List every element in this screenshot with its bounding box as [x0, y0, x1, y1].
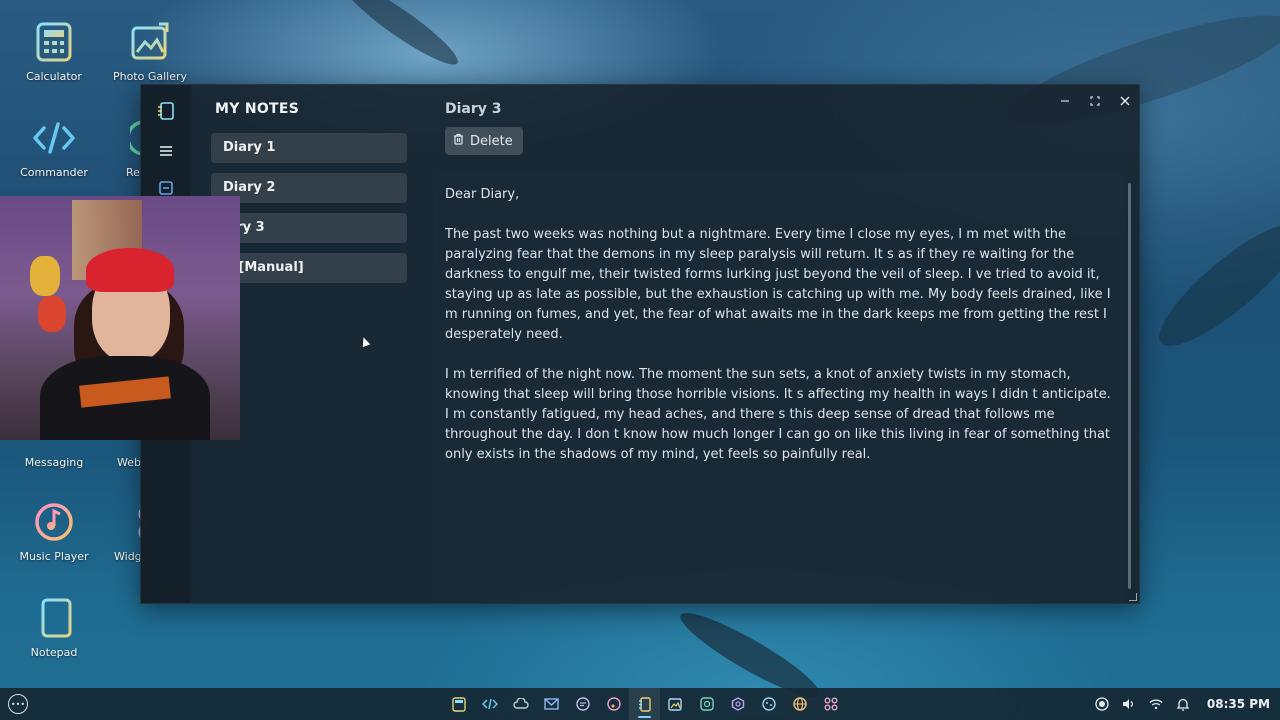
background-dolphin — [1144, 207, 1280, 363]
code-icon — [32, 116, 76, 160]
note-title: Diary 3 — [445, 101, 502, 117]
note-editor: Diary 3 Delete Dear Diary, The past two … — [433, 85, 1139, 603]
desktop-icon-notepad[interactable]: Notepad — [6, 596, 102, 659]
new-note-icon[interactable] — [156, 178, 176, 198]
photo-icon — [668, 698, 682, 711]
apps-grid-icon — [824, 697, 837, 711]
taskbar-screenshot[interactable] — [691, 688, 722, 720]
globe-icon — [792, 697, 807, 711]
taskbar-apps — [443, 688, 846, 720]
taskbar-chat[interactable] — [567, 688, 598, 720]
editor-scrollbar[interactable] — [1128, 183, 1131, 589]
taskbar-game[interactable] — [753, 688, 784, 720]
notepad-icon — [32, 596, 76, 640]
mail-icon — [544, 698, 559, 710]
note-item-diary-3[interactable]: iary 3 — [211, 213, 407, 243]
note-greeting: Dear Diary, — [445, 187, 520, 202]
close-button[interactable] — [1115, 91, 1135, 111]
taskbar-music[interactable] — [598, 688, 629, 720]
settings-icon — [731, 697, 744, 711]
desktop-icon-messaging[interactable]: Messaging — [6, 456, 102, 469]
cloud-icon — [512, 697, 529, 709]
taskbar-browser[interactable] — [784, 688, 815, 720]
desktop-icon-commander[interactable]: Commander — [6, 116, 102, 179]
notepad-logo-icon — [156, 101, 176, 121]
desktop-icon-photo-gallery[interactable]: Photo Gallery — [102, 20, 198, 83]
delete-button-label: Delete — [470, 133, 513, 149]
webcam-overlay — [0, 196, 240, 440]
record-icon — [1095, 697, 1110, 711]
desktop-icon-label: Notepad — [30, 646, 78, 659]
system-tray: 08:35 PM — [1089, 688, 1280, 720]
chat-icon — [575, 697, 590, 711]
figurine — [38, 296, 66, 332]
background-dolphin — [335, 0, 465, 74]
notes-window: MY NOTES Diary 1 Diary 2 iary 3 ri [Manu… — [140, 84, 1140, 604]
taskbar-photos[interactable] — [660, 688, 691, 720]
notes-panel-title: MY NOTES — [215, 101, 300, 117]
taskbar-commander[interactable] — [474, 688, 505, 720]
taskbar-cloud[interactable] — [505, 688, 536, 720]
desktop-icon-label: Photo Gallery — [112, 70, 188, 83]
calculator-icon — [32, 20, 76, 64]
tray-wifi-button[interactable] — [1143, 688, 1170, 720]
note-item-diary-2[interactable]: Diary 2 — [211, 173, 407, 203]
taskbar-apps-grid[interactable] — [815, 688, 846, 720]
game-icon — [761, 697, 776, 711]
bell-icon — [1177, 698, 1190, 711]
streamer-beanie — [86, 248, 174, 292]
photo-gallery-icon — [128, 20, 172, 64]
minimize-button[interactable] — [1055, 91, 1075, 111]
tray-notifications-button[interactable] — [1170, 688, 1197, 720]
minimize-icon — [1061, 100, 1069, 102]
wifi-icon — [1149, 699, 1163, 710]
note-item-manual[interactable]: ri [Manual] — [211, 253, 407, 283]
resize-grip[interactable] — [1129, 593, 1137, 601]
tray-record-button[interactable] — [1089, 688, 1116, 720]
trash-icon — [453, 133, 464, 149]
maximize-button[interactable] — [1085, 91, 1105, 111]
desktop-icon-partial[interactable]: Re — [102, 116, 142, 179]
volume-icon — [1123, 699, 1134, 709]
delete-button[interactable]: Delete — [445, 127, 523, 155]
taskbar: ••• 08:35 PM — [0, 688, 1280, 720]
note-paragraph: I m terrified of the night now. The mome… — [445, 367, 1111, 462]
close-icon — [1120, 96, 1130, 106]
taskbar-clock[interactable]: 08:35 PM — [1197, 697, 1280, 711]
desktop-icon-label: Calculator — [26, 70, 82, 83]
taskbar-calculator[interactable] — [443, 688, 474, 720]
calculator-icon — [451, 696, 466, 712]
note-paragraph: The past two weeks was nothing but a nig… — [445, 227, 1111, 342]
taskbar-notepad[interactable] — [629, 688, 660, 720]
tray-volume-button[interactable] — [1116, 688, 1143, 720]
taskbar-mail[interactable] — [536, 688, 567, 720]
menu-icon[interactable] — [156, 141, 176, 161]
notepad-icon — [639, 696, 651, 712]
start-button[interactable]: ••• — [8, 694, 28, 714]
figurine — [30, 256, 60, 296]
taskbar-settings[interactable] — [722, 688, 753, 720]
desktop-icon-label: Messaging — [24, 456, 84, 469]
code-icon — [481, 698, 498, 710]
desktop-icon-label: Commander — [20, 166, 88, 179]
desktop-icon-music-player[interactable]: Music Player — [6, 500, 102, 563]
music-player-icon — [32, 500, 76, 544]
desktop-icon-calculator[interactable]: Calculator — [6, 20, 102, 83]
desktop-icon-label: Music Player — [19, 550, 89, 563]
screenshot-icon — [699, 697, 714, 711]
note-content-area[interactable]: Dear Diary, The past two weeks was nothi… — [433, 171, 1125, 603]
note-item-diary-1[interactable]: Diary 1 — [211, 133, 407, 163]
maximize-icon — [1090, 96, 1100, 106]
music-icon — [606, 697, 621, 711]
